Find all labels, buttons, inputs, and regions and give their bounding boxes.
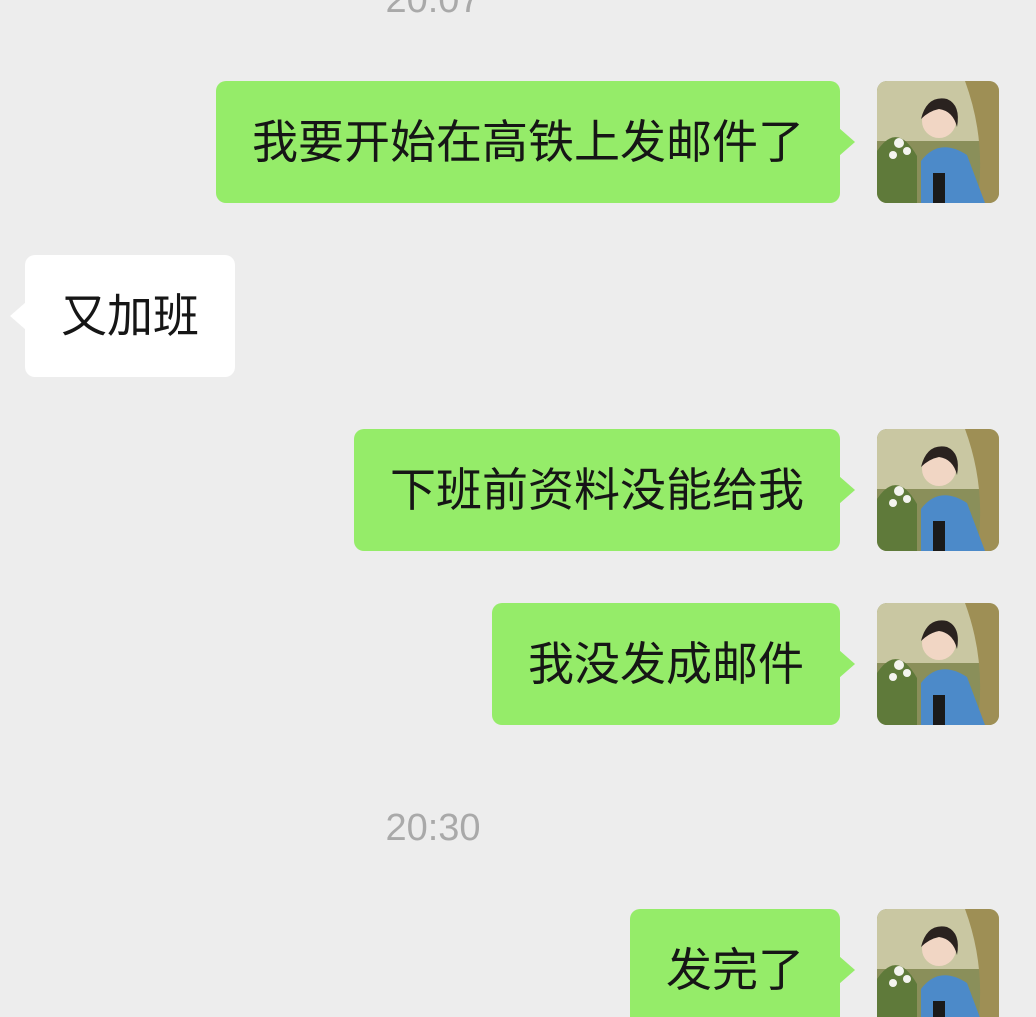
message-text: 下班前资料没能给我 [390,463,804,517]
sent-message-bubble[interactable]: 下班前资料没能给我 [354,429,855,551]
user-avatar[interactable] [877,603,999,725]
avatar-photo-icon [877,81,999,203]
user-avatar[interactable] [877,429,999,551]
user-avatar[interactable] [877,81,999,203]
message-text: 我要开始在高铁上发邮件了 [252,115,804,169]
avatar-photo-icon [877,429,999,551]
message-text: 又加班 [61,289,199,343]
avatar-photo-icon [877,909,999,1017]
user-avatar[interactable] [877,909,999,1017]
message-text: 发完了 [666,943,804,997]
message-text: 我没发成邮件 [528,637,804,691]
sent-message-bubble[interactable]: 发完了 [630,909,855,1017]
avatar-photo-icon [877,603,999,725]
timestamp: 20:30 [385,807,481,849]
chat-view: 20:07 我要开始在高铁上发邮件了 又加班 下班前资料没能给我 我没发成邮件 … [0,0,1036,1017]
sent-message-bubble[interactable]: 我要开始在高铁上发邮件了 [216,81,855,203]
sent-message-bubble[interactable]: 我没发成邮件 [492,603,855,725]
received-message-bubble[interactable]: 又加班 [10,255,235,377]
timestamp: 20:07 [385,0,481,21]
